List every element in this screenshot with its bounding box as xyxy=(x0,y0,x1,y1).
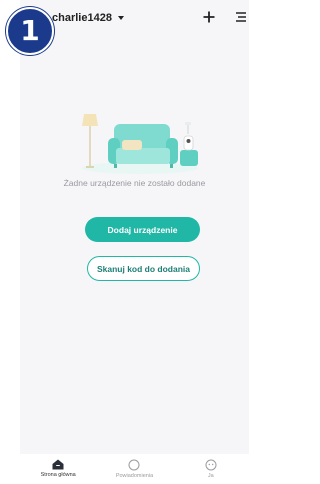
add-device-button[interactable]: Dodaj urządzenie xyxy=(85,217,200,242)
bell-icon xyxy=(128,459,140,471)
nav-notifications-label: Powiadomienia xyxy=(115,473,154,479)
bottom-nav: Strona główna Powiadomienia Ja xyxy=(20,454,249,484)
nav-notifications[interactable]: Powiadomienia xyxy=(96,454,172,484)
scan-code-button[interactable]: Skanuj kod do dodania xyxy=(87,256,200,281)
menu-icon xyxy=(235,12,246,22)
menu-button[interactable] xyxy=(233,9,249,25)
nav-home[interactable]: Strona główna xyxy=(20,454,96,484)
home-name: charlie1428 xyxy=(52,12,112,24)
header: charlie1428 xyxy=(20,0,249,40)
nav-home-label: Strona główna xyxy=(40,472,76,478)
add-button[interactable] xyxy=(201,9,217,25)
home-icon xyxy=(52,459,64,470)
empty-state-message: Żadne urządzenie nie zostało dodane xyxy=(63,178,206,188)
chevron-down-icon xyxy=(117,16,124,20)
home-selector[interactable]: charlie1428 xyxy=(52,12,124,24)
nav-profile[interactable]: Ja xyxy=(173,454,249,484)
empty-room-illustration xyxy=(82,114,198,174)
profile-icon xyxy=(205,459,217,471)
step-badge: 1 xyxy=(6,7,54,55)
app-screen: charlie1428 Żadne urządzenie nie zostało… xyxy=(20,0,249,484)
plus-icon xyxy=(203,11,215,23)
nav-profile-label: Ja xyxy=(207,473,214,479)
